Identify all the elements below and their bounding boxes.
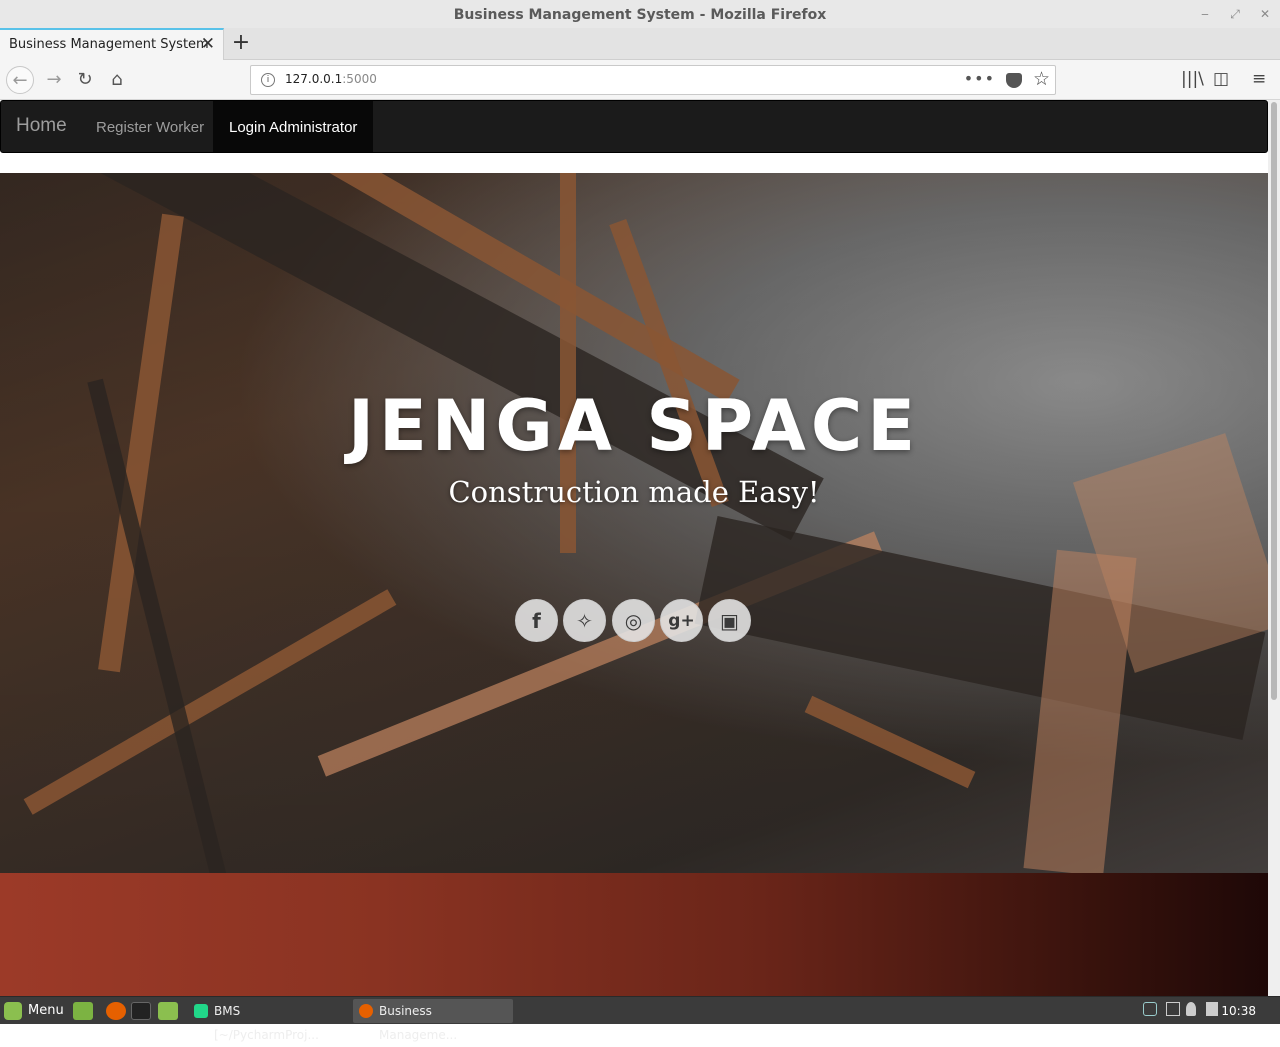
- url-bar[interactable]: i 127.0.0.1:5000 ••• ☆: [250, 65, 1056, 95]
- update-manager-icon[interactable]: [1166, 1002, 1180, 1016]
- page-actions-icon[interactable]: •••: [964, 69, 995, 88]
- close-tab-icon[interactable]: ✕: [201, 34, 215, 54]
- user-icon[interactable]: [1186, 1002, 1196, 1016]
- url-host: 127.0.0.1: [285, 72, 343, 86]
- mint-logo-icon: [4, 1001, 22, 1020]
- google-plus-icon[interactable]: g+: [660, 599, 703, 642]
- nav-login-administrator-link[interactable]: Login Administrator: [229, 119, 357, 136]
- maximize-button[interactable]: ⤢: [1220, 0, 1250, 30]
- library-icon[interactable]: |||\: [1181, 69, 1204, 89]
- show-desktop-icon[interactable]: [73, 1002, 93, 1020]
- pycharm-icon: [194, 1004, 208, 1018]
- taskbar-item-firefox[interactable]: Business Manageme...: [353, 999, 513, 1042]
- dribbble-icon[interactable]: ◎: [612, 599, 655, 642]
- network-icon[interactable]: [1206, 1002, 1218, 1016]
- nav-register-worker-link[interactable]: Register Worker: [96, 119, 204, 136]
- hamburger-menu-icon[interactable]: ≡: [1252, 69, 1266, 89]
- scrollbar-thumb[interactable]: [1271, 102, 1277, 700]
- terminal-launcher-icon[interactable]: [131, 1002, 151, 1020]
- forward-button[interactable]: →: [40, 66, 68, 94]
- page-scrollbar[interactable]: [1268, 100, 1280, 996]
- window-title: Business Management System - Mozilla Fir…: [453, 7, 827, 23]
- taskbar: Menu BMS [~/PycharmProj... Business Mana…: [0, 996, 1280, 1042]
- home-button[interactable]: ⌂: [103, 66, 131, 94]
- firefox-launcher-icon[interactable]: [106, 1002, 126, 1020]
- taskbar-clock[interactable]: 10:38: [1221, 997, 1256, 1025]
- tab-title: Business Management System: [9, 37, 209, 52]
- back-button[interactable]: ←: [6, 66, 34, 94]
- shield-icon[interactable]: [1143, 1002, 1157, 1016]
- sidebar-icon[interactable]: ◫: [1213, 69, 1229, 89]
- gradient-section: [0, 873, 1268, 996]
- facebook-icon[interactable]: f: [515, 599, 558, 642]
- instagram-icon[interactable]: ▣: [708, 599, 751, 642]
- close-window-button[interactable]: ✕: [1250, 0, 1280, 30]
- taskbar-item-pycharm[interactable]: BMS [~/PycharmProj...: [188, 999, 348, 1042]
- task-label: BMS [~/PycharmProj...: [214, 1004, 319, 1042]
- hero-heading: JENGA SPACE: [347, 385, 921, 467]
- url-port: :5000: [342, 72, 377, 86]
- site-info-icon[interactable]: i: [261, 73, 275, 87]
- site-navbar: Home Register Worker Login Administrator: [0, 100, 1268, 153]
- twitter-icon[interactable]: ✧: [563, 599, 606, 642]
- start-menu-button[interactable]: Menu: [4, 1000, 64, 1022]
- files-launcher-icon[interactable]: [158, 1002, 178, 1020]
- reload-button[interactable]: ↻: [71, 66, 99, 94]
- page-viewport: Home Register Worker Login Administrator…: [0, 100, 1268, 996]
- minimize-button[interactable]: ‒: [1190, 0, 1220, 30]
- tab-strip: Business Management System ✕ +: [0, 28, 1280, 60]
- nav-login-administrator-item[interactable]: Login Administrator: [213, 101, 373, 152]
- navigation-toolbar: ← → ↻ ⌂ i 127.0.0.1:5000 ••• ☆ |||\ ◫ ≡: [0, 60, 1280, 100]
- url-text[interactable]: 127.0.0.1:5000: [285, 72, 377, 86]
- new-tab-button[interactable]: +: [229, 29, 253, 57]
- bookmark-star-icon[interactable]: ☆: [1033, 68, 1050, 90]
- window-titlebar: Business Management System - Mozilla Fir…: [0, 0, 1280, 30]
- firefox-icon: [359, 1004, 373, 1018]
- nav-home-link[interactable]: Home: [16, 115, 67, 137]
- pocket-icon[interactable]: [1006, 73, 1022, 88]
- menu-label: Menu: [28, 1003, 64, 1018]
- hero-subheading: Construction made Easy!: [448, 475, 820, 509]
- task-label: Business Manageme...: [379, 1004, 458, 1042]
- hero-section: JENGA SPACE Construction made Easy! f ✧ …: [0, 173, 1268, 873]
- tab-business-management-system[interactable]: Business Management System ✕: [0, 28, 224, 60]
